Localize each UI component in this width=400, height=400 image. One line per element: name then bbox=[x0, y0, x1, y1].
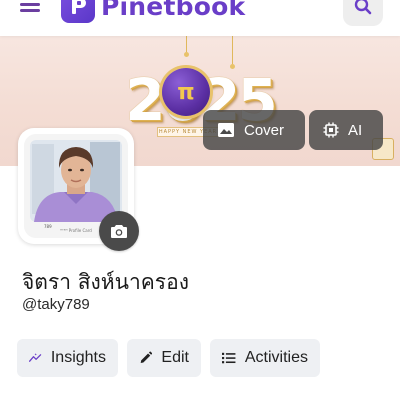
chip-icon bbox=[323, 122, 339, 138]
cover-button-label: Cover bbox=[244, 121, 285, 139]
pinetbook-logo-icon bbox=[61, 0, 95, 23]
app-name: Pinetbook bbox=[101, 0, 246, 21]
ai-button[interactable]: AI bbox=[309, 110, 383, 150]
pencil-icon bbox=[140, 351, 153, 364]
avatar-id-text: 789 bbox=[44, 224, 52, 229]
app-logo[interactable]: Pinetbook bbox=[61, 0, 245, 24]
camera-icon bbox=[111, 225, 127, 238]
image-icon bbox=[218, 123, 234, 137]
search-button[interactable] bbox=[343, 0, 383, 26]
pi-coin-icon: π bbox=[162, 68, 210, 116]
profile-username: @taky789 bbox=[22, 296, 90, 313]
hanging-ornament bbox=[184, 52, 189, 57]
activities-button[interactable]: Activities bbox=[210, 339, 320, 377]
ai-button-label: AI bbox=[348, 121, 363, 139]
list-icon bbox=[222, 352, 236, 364]
insights-button[interactable]: Insights bbox=[17, 339, 118, 377]
insights-label: Insights bbox=[50, 349, 106, 366]
edit-profile-button[interactable]: Edit bbox=[127, 339, 201, 377]
insights-icon bbox=[29, 353, 42, 362]
hamburger-menu-icon[interactable] bbox=[20, 0, 42, 15]
search-icon bbox=[354, 0, 372, 15]
top-bar: Pinetbook bbox=[0, 0, 400, 36]
change-cover-button[interactable]: Cover bbox=[203, 110, 305, 150]
profile-display-name: จิตรา สิงห์นาครอง bbox=[22, 270, 189, 294]
change-avatar-button[interactable] bbox=[99, 211, 139, 251]
activities-label: Activities bbox=[244, 349, 308, 366]
edit-label: Edit bbox=[161, 349, 189, 366]
hanging-ornament-line bbox=[232, 36, 233, 66]
